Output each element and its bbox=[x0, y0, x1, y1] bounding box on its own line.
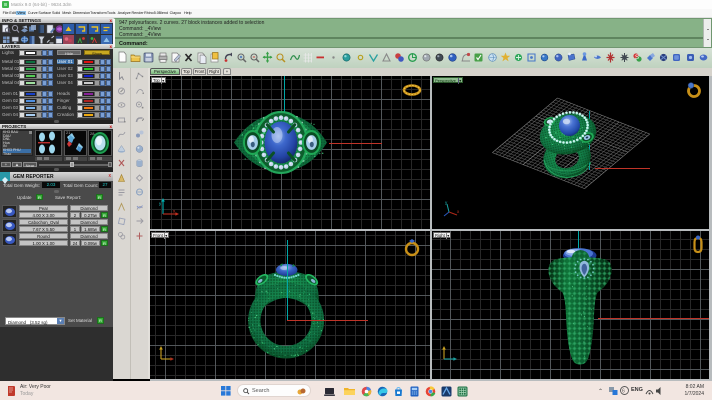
svg-text:21: 21 bbox=[66, 130, 71, 135]
svg-text:x: x bbox=[457, 209, 460, 214]
svg-text:S: S bbox=[635, 55, 639, 61]
svg-text:6: 6 bbox=[622, 389, 625, 395]
svg-text:28: 28 bbox=[90, 131, 95, 136]
